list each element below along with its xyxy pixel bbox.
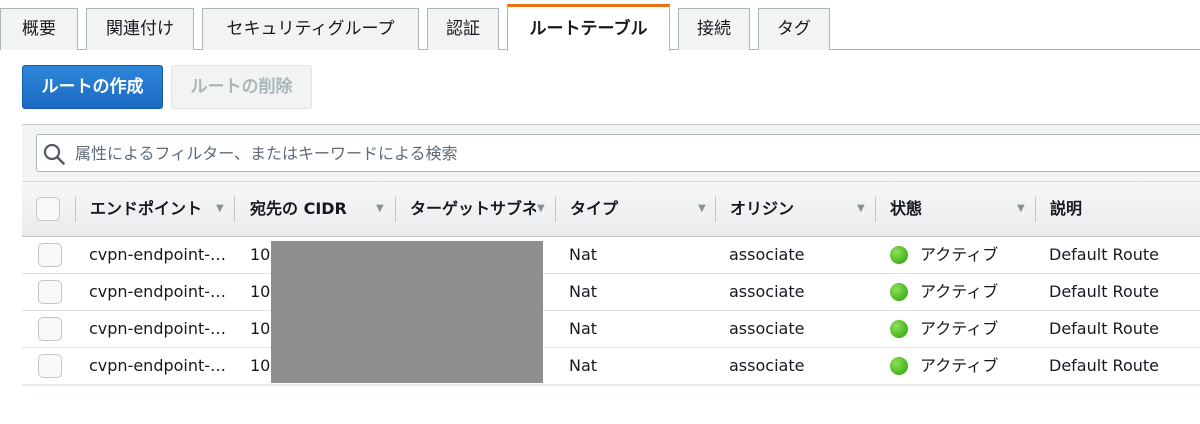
description-cell: Default Route [1049,356,1159,375]
status-cell: アクティブ [920,319,999,338]
table-row[interactable]: cvpn-endpoint-… 10. Nat associate アクティブ … [22,274,1200,311]
column-separator [75,196,76,222]
column-separator [234,196,235,222]
filter-box[interactable] [36,134,1200,172]
sort-caret-icon[interactable]: ▼ [1017,182,1025,236]
status-cell: アクティブ [920,282,999,301]
column-header-status[interactable]: 状態 [890,182,922,236]
column-header-description[interactable]: 説明 [1050,182,1082,236]
endpoint-cell: cvpn-endpoint-… [89,356,227,375]
sort-caret-icon[interactable]: ▼ [698,182,706,236]
row-checkbox[interactable] [38,280,62,304]
endpoint-cell: cvpn-endpoint-… [89,319,227,338]
tab-route-table[interactable]: ルートテーブル [507,4,670,51]
table-row[interactable]: cvpn-endpoint-… 10. Nat associate アクティブ … [22,311,1200,348]
column-separator [715,196,716,222]
origin-cell: associate [729,245,805,264]
create-route-button[interactable]: ルートの作成 [22,65,163,109]
column-header-origin[interactable]: オリジン [730,182,794,236]
column-separator [875,196,876,222]
column-header-target-subnet[interactable]: ターゲットサブネ [410,182,536,236]
sort-caret-icon[interactable]: ▼ [857,182,865,236]
tab-bar: 概要 関連付け セキュリティグループ 認証 ルートテーブル 接続 タグ [0,0,1200,51]
tab-authorization[interactable]: 認証 [427,8,499,50]
table-row[interactable]: cvpn-endpoint-… 10. Nat associate アクティブ … [22,237,1200,274]
table-header: エンドポイント ▼ 宛先の CIDR ▼ ターゲットサブネ ▼ タイプ ▼ オリ… [22,181,1200,237]
column-header-endpoint[interactable]: エンドポイント [90,182,202,236]
tab-connections[interactable]: 接続 [678,8,750,50]
column-separator [395,196,396,222]
type-cell: Nat [569,319,598,338]
endpoint-cell: cvpn-endpoint-… [89,282,227,301]
status-active-icon [890,283,908,301]
endpoint-cell: cvpn-endpoint-… [89,245,227,264]
select-all-checkbox[interactable] [36,197,60,221]
row-checkbox[interactable] [38,317,62,341]
redacted-region [271,241,543,383]
description-cell: Default Route [1049,319,1159,338]
status-cell: アクティブ [920,356,999,375]
status-active-icon [890,246,908,264]
tab-overview[interactable]: 概要 [0,8,78,50]
sort-caret-icon[interactable]: ▼ [537,182,545,236]
sort-caret-icon[interactable]: ▼ [376,182,384,236]
sort-caret-icon[interactable]: ▼ [216,182,224,236]
description-cell: Default Route [1049,282,1159,301]
delete-route-button: ルートの削除 [171,65,312,109]
row-checkbox[interactable] [38,354,62,378]
table-body: cvpn-endpoint-… 10. Nat associate アクティブ … [22,237,1200,385]
type-cell: Nat [569,282,598,301]
type-cell: Nat [569,356,598,375]
column-header-type[interactable]: タイプ [570,182,618,236]
tab-security-groups[interactable]: セキュリティグループ [202,8,419,50]
tab-tags[interactable]: タグ [758,8,830,50]
search-icon [43,143,65,165]
filter-input[interactable] [75,135,1175,171]
type-cell: Nat [569,245,598,264]
tab-associations[interactable]: 関連付け [86,8,194,50]
origin-cell: associate [729,356,805,375]
column-separator [1035,196,1036,222]
description-cell: Default Route [1049,245,1159,264]
status-active-icon [890,320,908,338]
status-active-icon [890,357,908,375]
status-cell: アクティブ [920,245,999,264]
column-header-dest-cidr[interactable]: 宛先の CIDR [250,182,347,236]
origin-cell: associate [729,319,805,338]
table-row[interactable]: cvpn-endpoint-… 10. Nat associate アクティブ … [22,348,1200,385]
row-checkbox[interactable] [38,243,62,267]
origin-cell: associate [729,282,805,301]
column-separator [555,196,556,222]
route-table-panel: エンドポイント ▼ 宛先の CIDR ▼ ターゲットサブネ ▼ タイプ ▼ オリ… [22,124,1200,387]
